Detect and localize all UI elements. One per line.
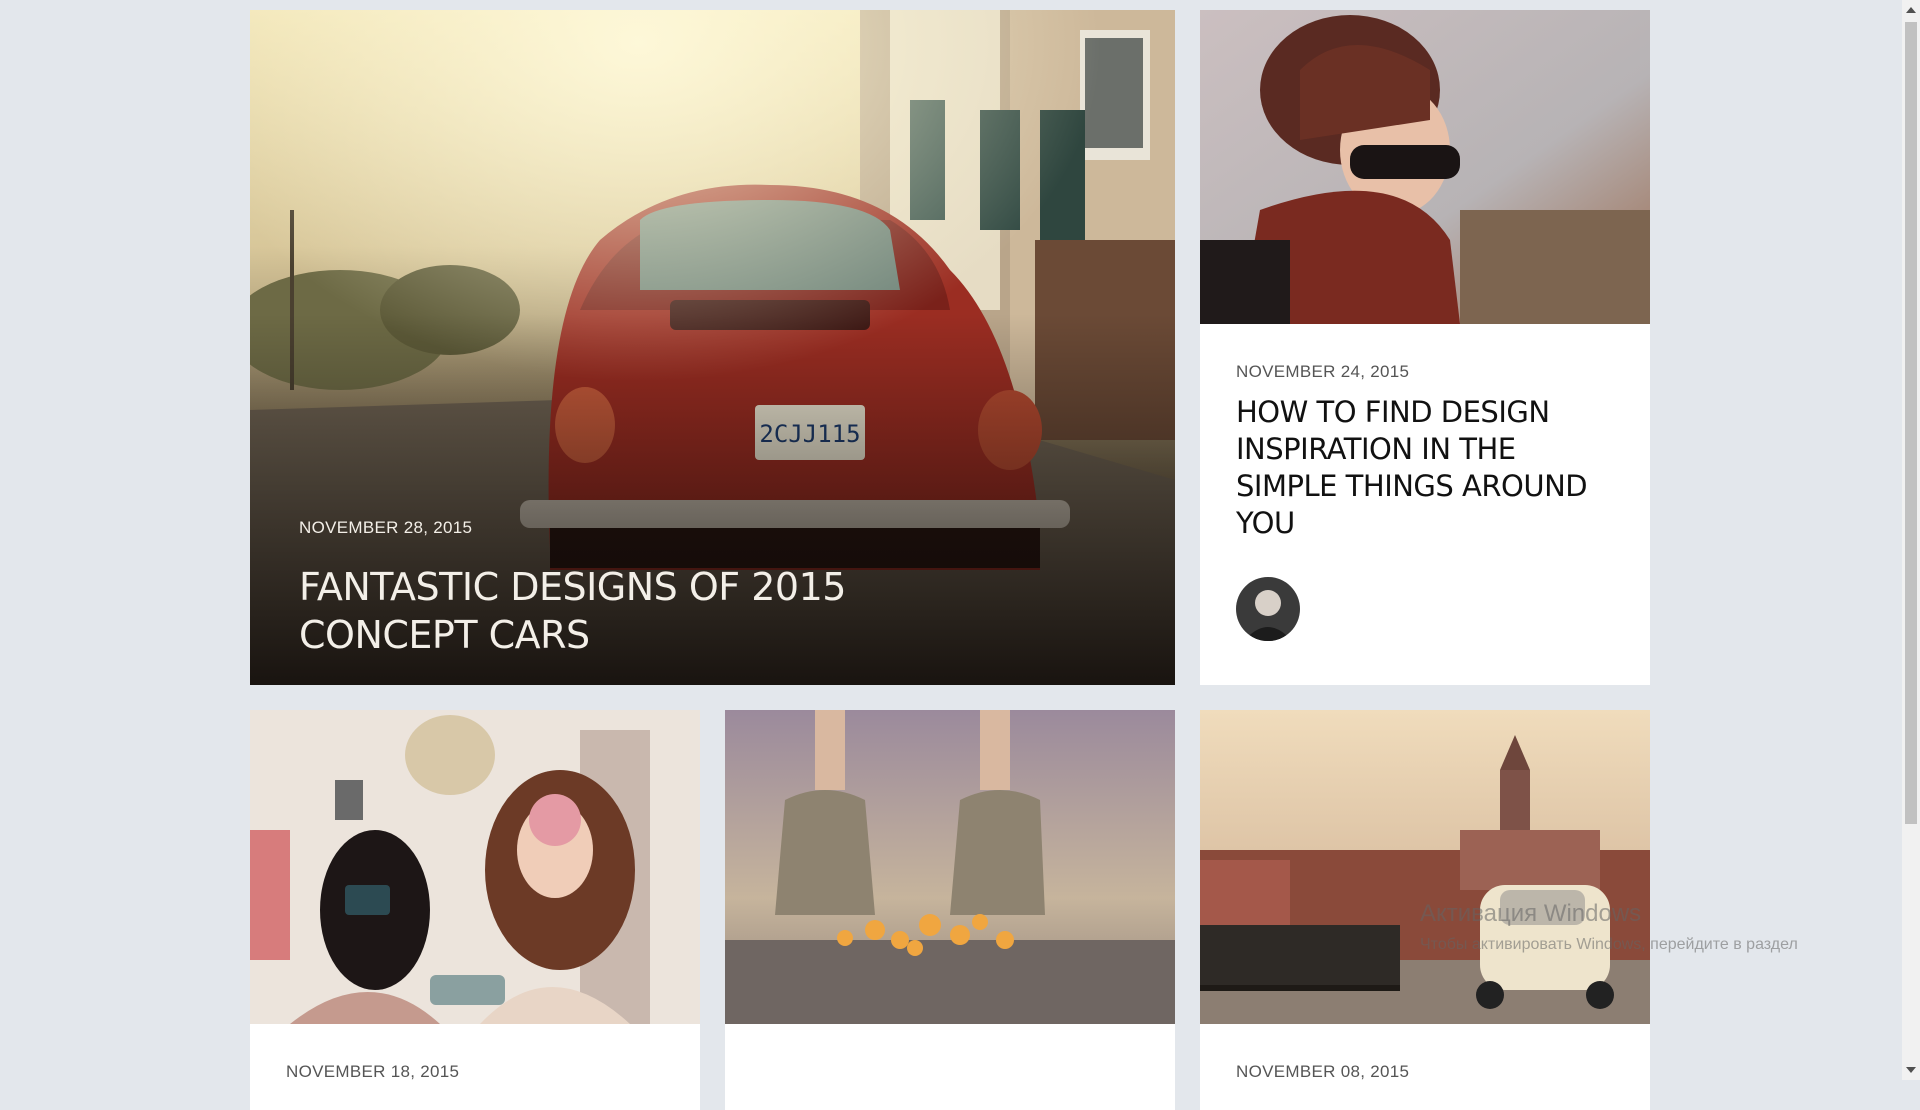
author-avatar[interactable] [1236, 577, 1300, 641]
post-card[interactable]: NOVEMBER 18, 2015 [250, 710, 700, 1110]
featured-post-card[interactable]: 2CJJ115 NOVEMBER 28, 2015 FANTASTIC DESI… [250, 10, 1175, 685]
featured-post-title[interactable]: FANTASTIC DESIGNS OF 2015 CONCEPT CARS [299, 563, 859, 659]
post-card[interactable]: NOVEMBER 24, 2015 HOW TO FIND DESIGN INS… [1200, 10, 1650, 685]
town-car-image[interactable] [1200, 710, 1650, 1024]
boots-flowers-image[interactable] [725, 710, 1175, 1024]
post-date: NOVEMBER 24, 2015 [1236, 362, 1410, 381]
page-scrollbar[interactable] [1902, 0, 1920, 1080]
windows-activation-text: Чтобы активировать Windows, перейдите в … [1420, 936, 1798, 953]
post-card[interactable] [725, 710, 1175, 1110]
scroll-down-icon[interactable] [1906, 1067, 1916, 1073]
featured-post-date: NOVEMBER 28, 2015 [299, 518, 473, 537]
woman-scarf-image[interactable] [1200, 10, 1650, 324]
scroll-thumb[interactable] [1905, 22, 1917, 824]
post-title[interactable]: HOW TO FIND DESIGN INSPIRATION IN THE SI… [1236, 394, 1616, 542]
scroll-up-icon[interactable] [1906, 7, 1916, 13]
windows-activation-title: Активация Windows [1420, 900, 1642, 927]
post-date: NOVEMBER 08, 2015 [1236, 1062, 1410, 1081]
girls-camera-image[interactable] [250, 710, 700, 1024]
post-date: NOVEMBER 18, 2015 [286, 1062, 460, 1081]
